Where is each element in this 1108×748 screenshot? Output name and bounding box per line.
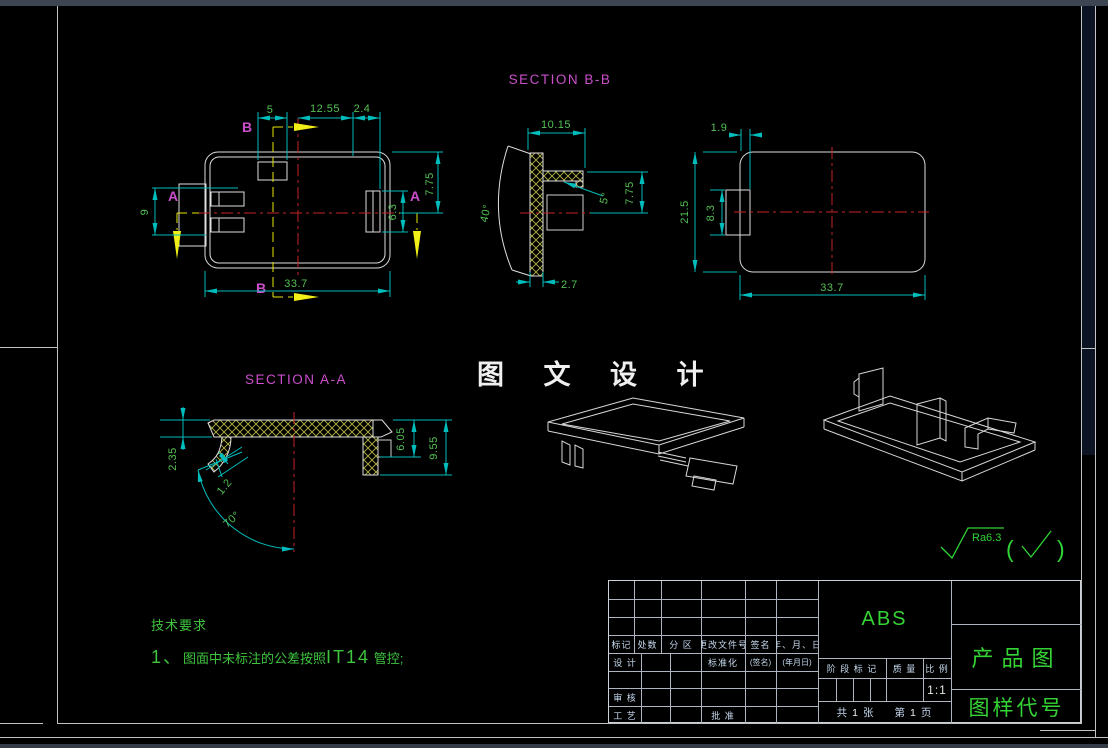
dim-right-offset: 2.4	[354, 103, 371, 115]
dim-right-height: 7.75	[424, 172, 436, 195]
tb-col-count: 处数	[637, 639, 658, 650]
section-label-b-top: B	[242, 119, 252, 135]
plan-centerlines	[198, 118, 398, 275]
dim-back-width: 33.7	[820, 282, 843, 294]
section-bb-title: SECTION B-B	[509, 72, 612, 87]
checkmark-icon	[1021, 530, 1052, 559]
back-dimension-lines	[692, 132, 925, 298]
tb-stage-label: 阶 段 标 记	[826, 663, 878, 674]
dim-bb-arc-angle: 40°	[478, 203, 494, 223]
dim-aa-step: 6.05	[395, 427, 407, 450]
tb-weight-label: 质 量	[892, 663, 917, 674]
tb-line	[870, 678, 871, 701]
tb-col-zone: 分 区	[669, 639, 693, 650]
dim-bb-top-width: 10.15	[541, 119, 571, 131]
tb-scale-label: 比 例	[925, 663, 949, 674]
dim-aa-clip: 1.2	[215, 477, 235, 498]
bb-outline	[497, 145, 584, 277]
paren-open: (	[1006, 536, 1014, 562]
technical-requirements: 技术要求 1、图面中未标注的公差按照IT14 管控;	[151, 615, 403, 669]
tech-req-text-before: 图面中未标注的公差按照	[183, 651, 327, 666]
dim-aa-plate: 2.35	[167, 447, 179, 470]
aa-outline	[207, 419, 393, 476]
tb-page-label: 第	[894, 707, 906, 719]
aa-step	[377, 439, 392, 458]
tb-row-approve: 批 准	[711, 710, 735, 721]
tb-line	[609, 599, 818, 600]
dim-back-height: 21.5	[679, 200, 691, 223]
tb-page-unit: 页	[920, 707, 933, 719]
dim-left-height: 9	[139, 209, 151, 216]
tb-product-name: 产品图	[971, 645, 1062, 671]
section-label-a-right: A	[410, 188, 420, 204]
section-bb-view: SECTION B-B 10.15 40° 5° 7.75 2.7	[478, 72, 648, 291]
title-block: 标记 处数 分 区 更改文件号 签名 年、月、日 设 计 标准化 (签名) (年…	[608, 580, 1082, 724]
dim-slot-height: 6.3	[387, 204, 399, 221]
dim-back-tab-offset: 1.9	[711, 122, 728, 134]
section-label-a-left: A	[168, 188, 178, 204]
tech-req-text-after: 管控;	[373, 651, 404, 666]
tech-req-title: 技术要求	[151, 618, 208, 633]
dim-tab-width: 5	[267, 104, 274, 116]
section-aa-title: SECTION A-A	[245, 372, 347, 387]
tb-row-review: 审 核	[613, 692, 637, 703]
dim-bb-wall: 2.7	[561, 279, 578, 291]
tb-drawing-code: 图样代号	[968, 696, 1065, 720]
tb-sheet-total: 1	[852, 706, 859, 719]
bb-extension-lines	[527, 128, 648, 287]
tb-line	[836, 678, 837, 701]
tb-row-process: 工 艺	[613, 710, 637, 721]
tb-col-signature: 签名	[750, 639, 771, 650]
tb-page-number: 1	[910, 706, 917, 719]
tb-date-hint: (年月日)	[782, 657, 812, 667]
tech-req-item: 1、图面中未标注的公差按照IT14 管控;	[151, 643, 403, 669]
tb-material: ABS	[861, 608, 908, 630]
tb-line	[609, 617, 818, 618]
dim-aa-angle: 70°	[221, 509, 243, 530]
plan-outline	[178, 151, 391, 269]
paren-close: )	[1057, 536, 1065, 562]
dim-back-tab-height: 8.3	[705, 205, 717, 222]
surface-finish-symbol: Ra6.3 ( )	[940, 527, 1065, 562]
dim-center-offset: 12.55	[310, 103, 340, 115]
tb-sheet-info: 共 1 张 第 1 页	[818, 701, 951, 724]
section-label-b-bottom: B	[256, 280, 266, 296]
dim-aa-total: 9.55	[428, 436, 440, 459]
back-centerlines	[734, 147, 929, 277]
plan-view: B B A A 5 12.55 2.4 33.7 7.75 6.3 9	[139, 103, 443, 301]
section-aa-view: SECTION A-A 2.35 1.2 70° 6.05 9.55	[160, 372, 452, 552]
tb-row-design: 设 计	[613, 657, 637, 668]
tb-col-date: 年、月、日	[776, 639, 818, 650]
cad-viewport[interactable]: B B A A 5 12.55 2.4 33.7 7.75 6.3 9 SECT…	[0, 0, 1108, 748]
tb-line	[609, 671, 818, 672]
tb-sign-hint: (签名)	[749, 657, 772, 667]
isometric-view-bottom	[547, 397, 745, 491]
roughness-value: Ra6.3	[972, 532, 1001, 544]
tech-req-standard: IT14	[326, 647, 371, 667]
dim-bb-draft-angle: 5°	[598, 191, 613, 205]
tb-col-doc-number: 更改文件号	[701, 639, 745, 650]
dim-bb-height: 7.75	[624, 181, 636, 204]
back-view: 1.9 21.5 8.3 33.7	[679, 122, 929, 300]
tb-row-standardization: 标准化	[707, 657, 738, 668]
tb-scale-value: 1:1	[927, 682, 947, 697]
isometric-view-top	[822, 367, 1037, 482]
tech-req-number: 1、	[151, 647, 184, 667]
tb-line	[853, 678, 854, 701]
back-extension-lines	[703, 129, 926, 300]
watermark-text: 图 文 设 计	[477, 360, 720, 390]
tb-sheet-unit: 张	[863, 707, 875, 719]
tb-col-mark: 标记	[611, 639, 632, 650]
tb-sheet-total-label: 共	[836, 707, 849, 719]
dim-overall-width: 33.7	[284, 278, 307, 290]
